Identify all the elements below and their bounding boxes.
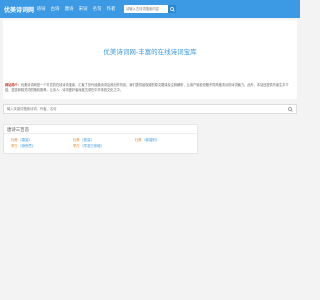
list-item[interactable]: 杜甫 《新婚别》 bbox=[135, 138, 195, 142]
poem-author[interactable]: 李白 bbox=[73, 144, 80, 148]
list-item[interactable]: 李白 《早发白帝城》 bbox=[73, 144, 135, 148]
poem-author[interactable]: 李白 bbox=[11, 144, 18, 148]
list-item[interactable]: 李白 《静夜思》 bbox=[11, 144, 73, 148]
header-search-button[interactable] bbox=[168, 5, 176, 13]
poem-title[interactable]: 《新婚别》 bbox=[143, 138, 159, 142]
nav-item-mingju[interactable]: 名句 bbox=[90, 6, 104, 12]
main-search-bar bbox=[3, 104, 297, 114]
panel-title: 唐诗三百首 bbox=[4, 125, 197, 134]
poem-author[interactable]: 杜甫 bbox=[73, 138, 80, 142]
site-logo[interactable]: 优美诗词网 bbox=[4, 5, 34, 14]
main-search-input[interactable] bbox=[4, 105, 286, 113]
header-search-input[interactable] bbox=[124, 5, 168, 13]
tang-poems-panel: 唐诗三百首 杜甫 《春望》 杜甫 《登高》 杜甫 《新婚别》 李白 《静夜思》 … bbox=[3, 124, 198, 154]
poem-title[interactable]: 《登高》 bbox=[81, 138, 94, 142]
site-intro: 网站简介：优美诗词网是一个丰富的在线诗词宝库，汇聚了历代经典诗词及其创作背景。我… bbox=[3, 81, 297, 99]
nav-item-gushi[interactable]: 古诗 bbox=[48, 6, 62, 12]
main-nav: 诗词 古诗 唐诗 宋词 名句 作者 bbox=[34, 6, 118, 12]
nav-item-shici[interactable]: 诗词 bbox=[34, 6, 48, 12]
nav-item-songci[interactable]: 宋词 bbox=[76, 6, 90, 12]
poem-author[interactable]: 杜甫 bbox=[135, 138, 142, 142]
poem-title[interactable]: 《春望》 bbox=[19, 138, 32, 142]
poem-list: 杜甫 《春望》 杜甫 《登高》 杜甫 《新婚别》 李白 《静夜思》 李白 《早发… bbox=[11, 138, 196, 148]
list-item[interactable]: 杜甫 《春望》 bbox=[11, 138, 73, 142]
top-navigation-bar: 优美诗词网 诗词 古诗 唐诗 宋词 名句 作者 bbox=[0, 0, 300, 18]
list-item[interactable]: 杜甫 《登高》 bbox=[73, 138, 135, 142]
search-icon bbox=[169, 6, 175, 12]
page-title: 优美诗词网-丰富的在线诗词宝库 bbox=[103, 49, 197, 56]
nav-item-zuozhe[interactable]: 作者 bbox=[104, 6, 118, 12]
search-icon bbox=[287, 106, 293, 112]
nav-item-tangshi[interactable]: 唐诗 bbox=[62, 6, 76, 12]
poem-title[interactable]: 《早发白帝城》 bbox=[81, 144, 104, 148]
intro-label: 网站简介： bbox=[5, 83, 21, 87]
poem-author[interactable]: 杜甫 bbox=[11, 138, 18, 142]
intro-text: 优美诗词网是一个丰富的在线诗词宝库，汇聚了历代经典诗词及其创作背景。我们提供最权… bbox=[5, 83, 289, 92]
poem-title[interactable]: 《静夜思》 bbox=[19, 144, 35, 148]
main-search-button[interactable] bbox=[286, 105, 294, 113]
